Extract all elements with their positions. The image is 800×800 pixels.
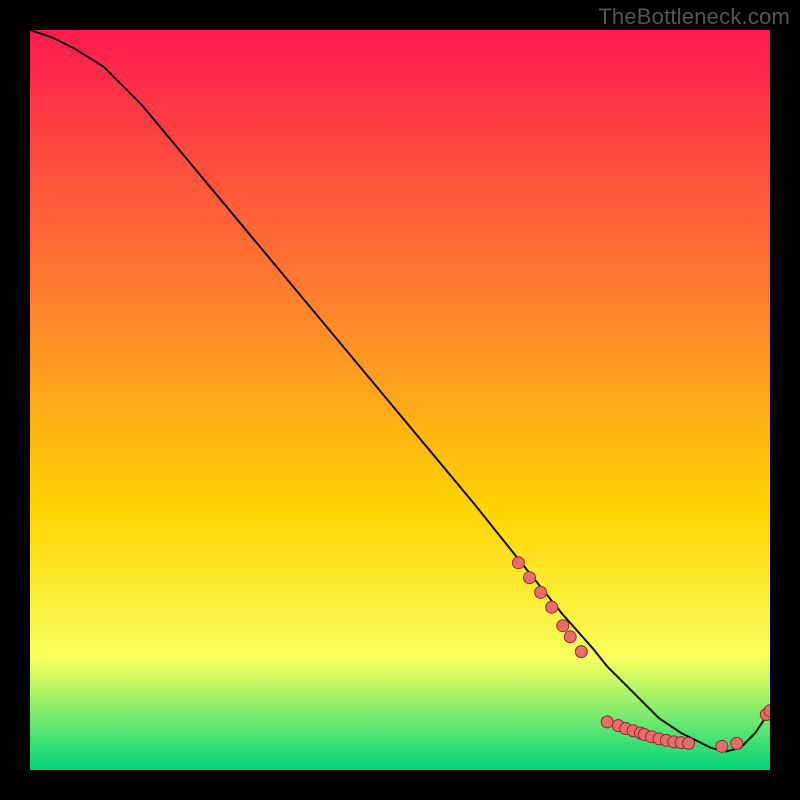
data-point <box>512 557 524 569</box>
data-point <box>731 737 743 749</box>
data-point <box>716 740 728 752</box>
plot-area <box>30 30 770 770</box>
chart-stage: TheBottleneck.com <box>0 0 800 800</box>
data-point <box>601 716 613 728</box>
data-point <box>683 737 695 749</box>
data-point <box>535 586 547 598</box>
data-point <box>575 646 587 658</box>
data-point <box>546 601 558 613</box>
data-point <box>564 631 576 643</box>
watermark-text: TheBottleneck.com <box>598 4 790 30</box>
gradient-background <box>30 30 770 770</box>
data-point <box>557 620 569 632</box>
data-point <box>524 572 536 584</box>
chart-svg <box>30 30 770 770</box>
